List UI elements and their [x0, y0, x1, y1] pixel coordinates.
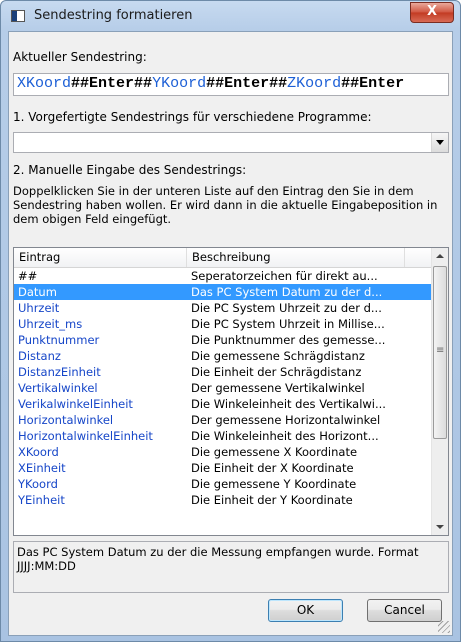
manual-entry-label: 2. Manuelle Eingabe des Sendestrings:	[13, 163, 247, 177]
scrollbar-thumb[interactable]	[433, 266, 447, 439]
sendstring-token: ##	[206, 75, 225, 92]
list-item[interactable]: Vertikalwinkel Der gemessene Vertikalwink…	[14, 380, 432, 396]
list-item-entry: Uhrzeit_ms	[18, 317, 83, 331]
current-sendstring-label: Aktueller Sendestring:	[13, 50, 147, 64]
list-item-description: Das PC System Datum zu der d...	[191, 285, 383, 299]
entry-list[interactable]: Eintrag Beschreibung ## Seperatorzeichen …	[13, 247, 449, 536]
scroll-up-icon[interactable]	[432, 248, 448, 265]
sendstring-token: ZKoord	[287, 75, 342, 92]
list-item[interactable]: YEinheit Die Einheit der Y Koordinate	[14, 492, 432, 508]
list-item-description: Die gemessene Schrägdistanz	[191, 349, 365, 363]
list-item-description: Die PC System Uhrzeit in Millise...	[191, 317, 385, 331]
list-item-entry: Punktnummer	[18, 333, 100, 347]
list-item[interactable]: Uhrzeit Die PC System Uhrzeit zu der d...	[14, 300, 432, 316]
list-item-entry: Horizontalwinkel	[18, 413, 114, 427]
list-item[interactable]: Distanz Die gemessene Schrägdistanz	[14, 348, 432, 364]
list-item[interactable]: YKoord Die gemessene Y Koordinate	[14, 476, 432, 492]
preset-combobox[interactable]	[13, 132, 449, 153]
list-item[interactable]: XKoord Die gemessene X Koordinate	[14, 444, 432, 460]
title-bar[interactable]: Sendestring formatieren X	[1, 1, 460, 31]
ok-button[interactable]: OK	[268, 599, 343, 622]
close-button[interactable]: X	[410, 2, 454, 23]
sendstring-token: ##	[134, 75, 153, 92]
column-header-beschreibung[interactable]: Beschreibung	[187, 248, 405, 267]
sendstring-token: ##	[71, 75, 90, 92]
list-item[interactable]: HorizontalwinkelEinheit Die Winkeleinheit…	[14, 428, 432, 444]
list-item-entry: XEinheit	[18, 461, 66, 475]
sendstring-token: YKoord	[152, 75, 207, 92]
list-item-entry: ##	[18, 269, 38, 283]
entry-description-box: Das PC System Datum zu der die Messung e…	[13, 541, 449, 593]
list-item-entry: Uhrzeit	[18, 301, 60, 315]
list-item-description: Die PC System Uhrzeit zu der d...	[191, 301, 382, 315]
list-item-description: Seperatorzeichen für direkt au...	[191, 269, 378, 283]
list-item-description: Die Einheit der Schrägdistanz	[191, 365, 362, 379]
list-item-entry: XKoord	[18, 445, 59, 459]
list-item[interactable]: Horizontalwinkel Der gemessene Horizontal…	[14, 412, 432, 428]
list-item-description: Der gemessene Vertikalwinkel	[191, 381, 365, 395]
list-item-entry: Vertikalwinkel	[18, 381, 98, 395]
list-item-description: Die Einheit der X Koordinate	[191, 461, 354, 475]
list-item[interactable]: XEinheit Die Einheit der X Koordinate	[14, 460, 432, 476]
list-item-description: Die Punktnummer des gemesse...	[191, 333, 386, 347]
list-item-entry: HorizontalwinkelEinheit	[18, 429, 153, 443]
current-sendstring-field[interactable]: XKoord##Enter##YKoord##Enter##ZKoord##En…	[13, 73, 449, 96]
list-item-entry: VerikalwinkelEinheit	[18, 397, 133, 411]
scroll-down-icon[interactable]	[432, 518, 448, 535]
dialog-window: Sendestring formatieren X Aktueller Send…	[0, 0, 461, 642]
list-item-entry: YEinheit	[18, 493, 65, 507]
list-item-description: Die Einheit der Y Koordinate	[191, 493, 353, 507]
list-item-description: Die Winkeleinheit des Vertikalwi...	[191, 397, 386, 411]
list-item[interactable]: Datum Das PC System Datum zu der d...	[14, 284, 432, 300]
app-icon	[11, 10, 25, 22]
list-header: Eintrag Beschreibung	[14, 248, 432, 268]
list-item[interactable]: ## Seperatorzeichen für direkt au...	[14, 268, 432, 284]
sendstring-token: Enter	[89, 75, 135, 92]
sendstring-token: Enter	[224, 75, 270, 92]
resize-grip[interactable]	[438, 621, 450, 633]
sendstring-token: ##	[269, 75, 288, 92]
list-item[interactable]: Punktnummer Die Punktnummer des gemesse..…	[14, 332, 432, 348]
list-rows: ## Seperatorzeichen für direkt au... Datum…	[14, 268, 432, 508]
list-item[interactable]: VerikalwinkelEinheit Die Winkeleinheit de…	[14, 396, 432, 412]
list-item-entry: YKoord	[18, 477, 58, 491]
column-header-eintrag[interactable]: Eintrag	[14, 248, 187, 267]
instructions-text: Doppelklicken Sie in der unteren Liste a…	[13, 184, 438, 226]
list-item[interactable]: Uhrzeit_ms Die PC System Uhrzeit in Milli…	[14, 316, 432, 332]
list-scrollbar[interactable]	[431, 248, 448, 535]
list-item-description: Der gemessene Horizontalwinkel	[191, 413, 381, 427]
chevron-down-icon[interactable]	[431, 133, 448, 152]
list-item-entry: Datum	[18, 285, 57, 299]
sendstring-token: Enter	[359, 75, 405, 92]
list-item-entry: DistanzEinheit	[18, 365, 101, 379]
list-item-description: Die gemessene X Koordinate	[191, 445, 358, 459]
list-item-description: Die Winkeleinheit des Horizont...	[191, 429, 379, 443]
sendstring-token: XKoord	[17, 75, 72, 92]
list-item[interactable]: DistanzEinheit Die Einheit der Schrägdist…	[14, 364, 432, 380]
dialog-body: Aktueller Sendestring: XKoord##Enter##YK…	[8, 31, 453, 636]
sendstring-token: ##	[341, 75, 360, 92]
window-title: Sendestring formatieren	[34, 8, 193, 23]
cancel-button[interactable]: Cancel	[367, 599, 442, 622]
list-item-entry: Distanz	[18, 349, 61, 363]
list-item-description: Die gemessene Y Koordinate	[191, 477, 357, 491]
preset-label: 1. Vorgefertigte Sendestrings für versch…	[13, 110, 372, 124]
